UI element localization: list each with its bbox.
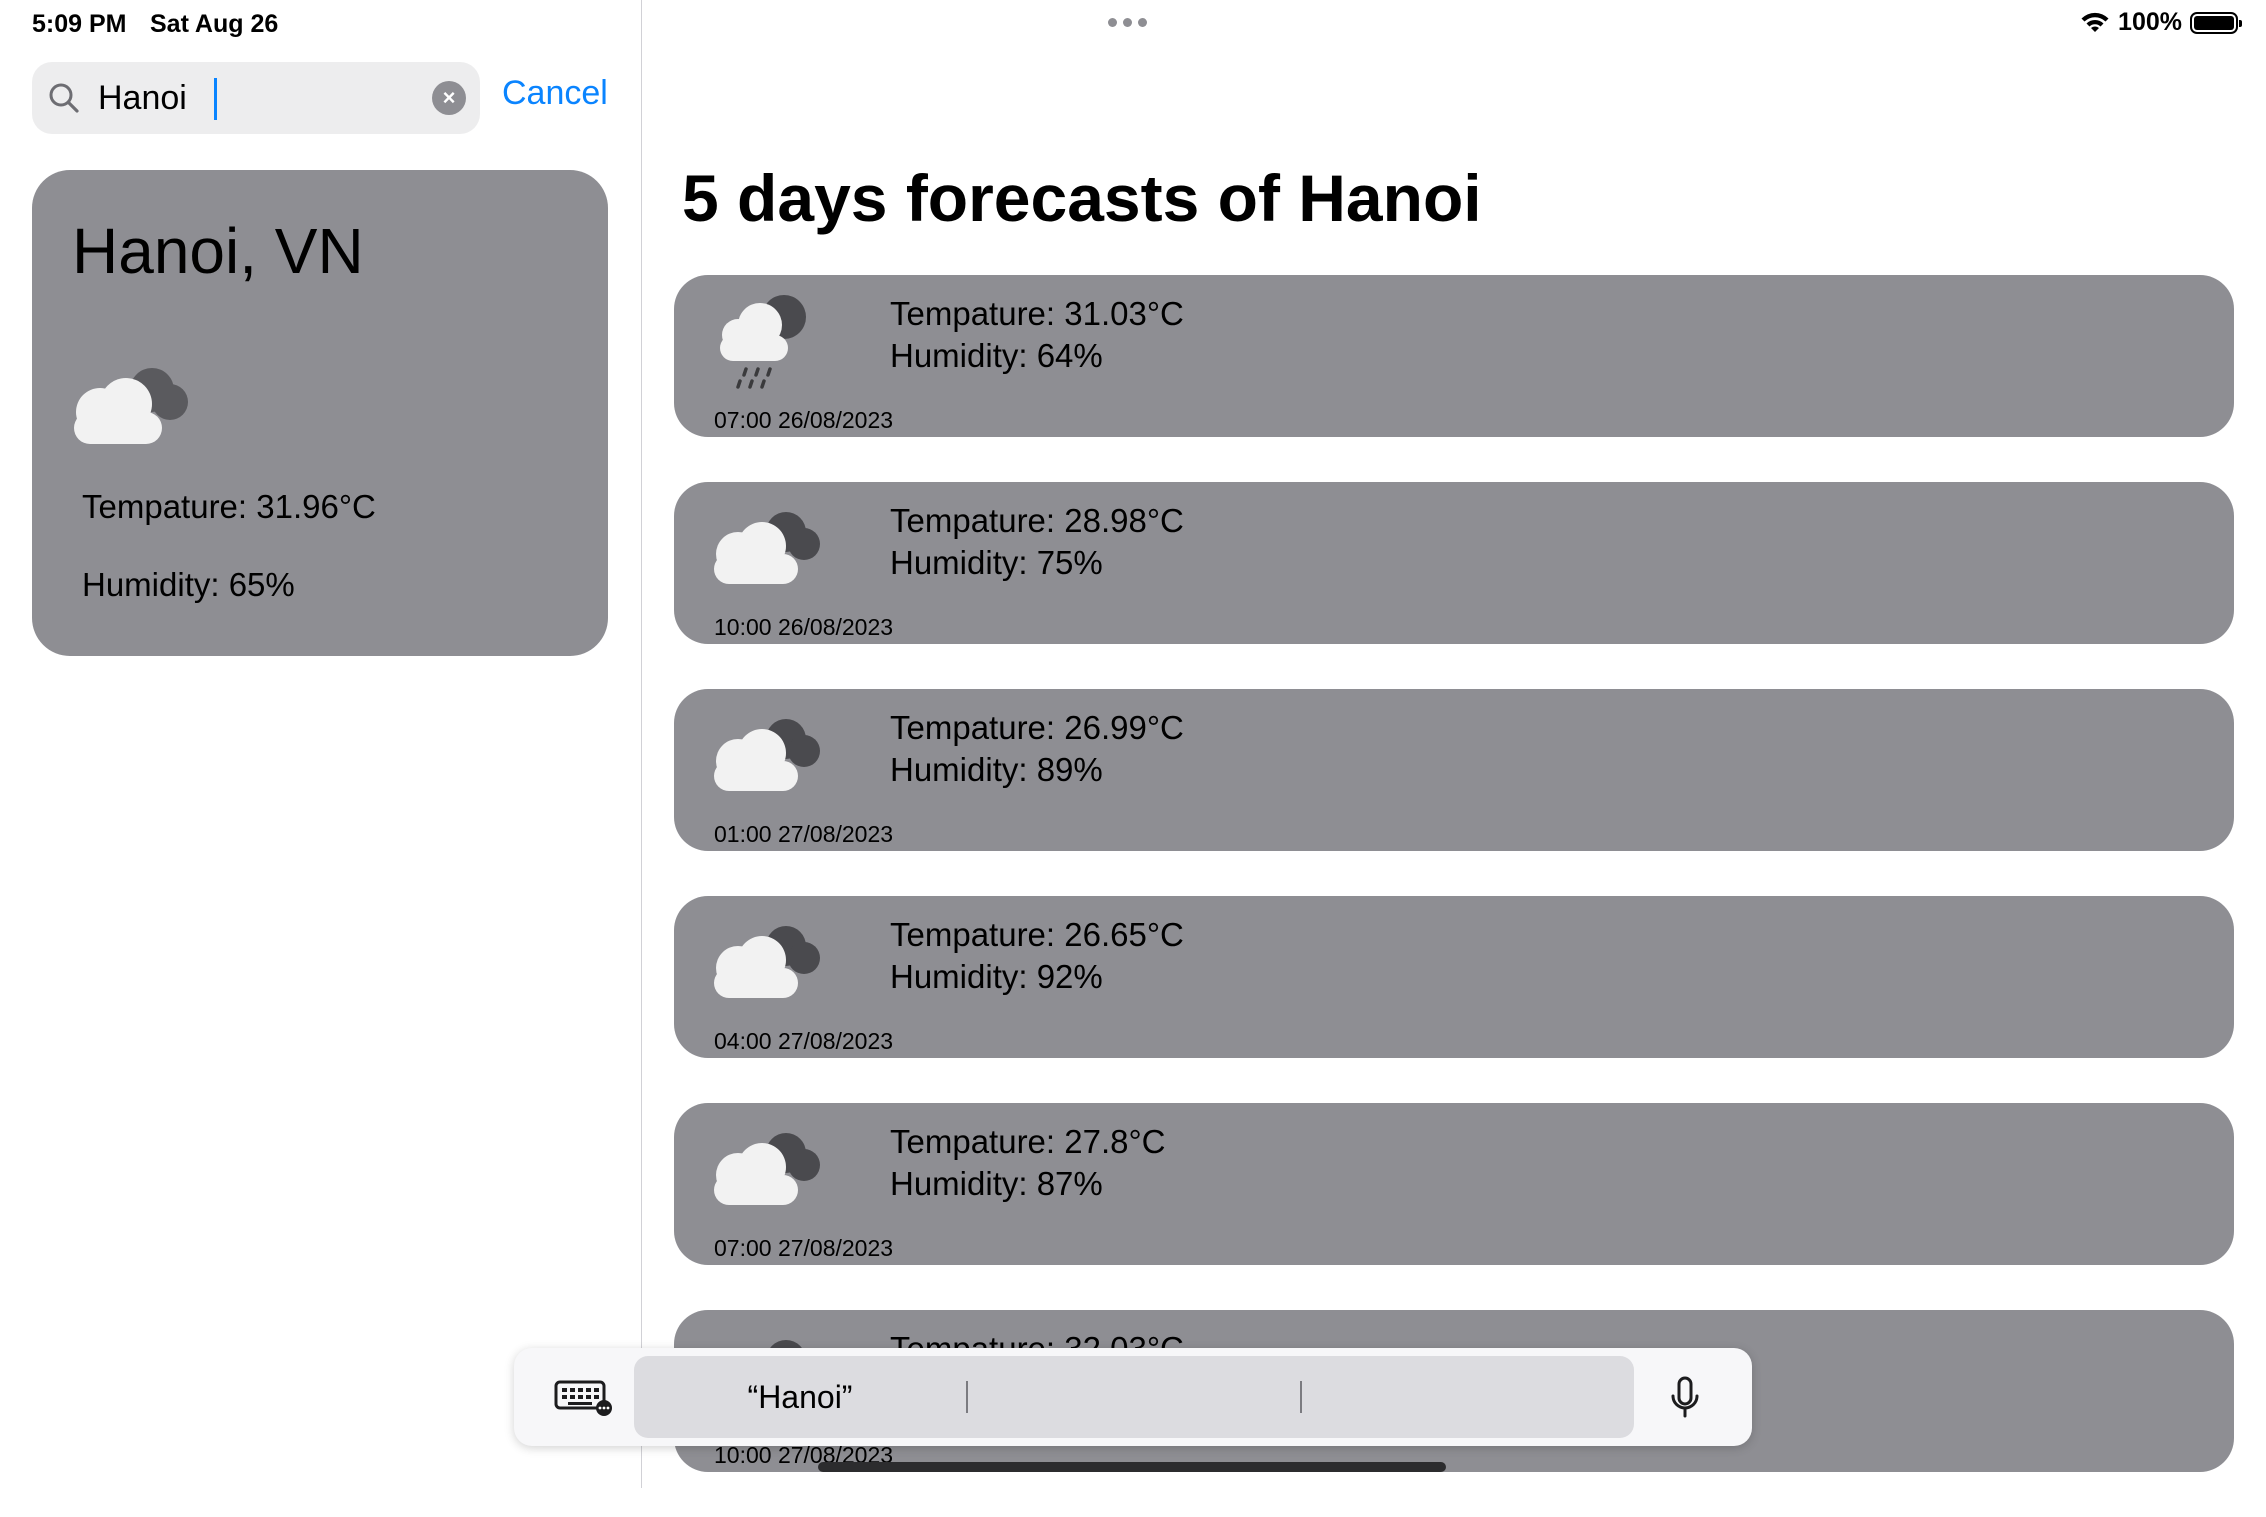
forecast-humidity: Humidity: 87%	[890, 1165, 1103, 1202]
forecast-temperature: Tempature: 31.03°C	[890, 295, 1184, 332]
forecast-humidity: Humidity: 92%	[890, 958, 1103, 995]
forecast-time: 07:00 27/08/2023	[714, 1235, 894, 1261]
cloudy-icon	[714, 719, 820, 791]
cloudy-icon	[74, 368, 188, 444]
page-title: 5 days forecasts of Hanoi	[682, 161, 1482, 235]
forecast-temperature: Tempature: 26.65°C	[890, 916, 1184, 953]
keyboard-icon[interactable]	[554, 1378, 614, 1416]
forecast-humidity: Humidity: 64%	[890, 337, 1103, 374]
suggestion-item[interactable]	[968, 1356, 1300, 1438]
cancel-button[interactable]: Cancel	[502, 74, 608, 113]
forecast-card[interactable]: Tempature: 26.99°C Humidity: 89% 01:00 2…	[674, 689, 2234, 851]
dictation-toolbar: “Hanoi”	[514, 1348, 1752, 1446]
forecast-panel: 5 days forecasts of Hanoi Tempature: 31.…	[642, 0, 2266, 1488]
forecast-card[interactable]: Tempature: 27.8°C Humidity: 87% 07:00 27…	[674, 1103, 2234, 1265]
cloudy-icon	[714, 512, 820, 584]
forecast-card[interactable]: Tempature: 31.03°C Humidity: 64% 07:00 2…	[674, 275, 2234, 437]
forecast-time: 04:00 27/08/2023	[714, 1028, 894, 1054]
current-weather-card[interactable]: Hanoi, VN Tempature: 31.96°C Humidity: 6…	[32, 170, 608, 656]
cloudy-icon	[714, 926, 820, 998]
forecast-card[interactable]: Tempature: 28.98°C Humidity: 75% 10:00 2…	[674, 482, 2234, 644]
search-icon	[49, 83, 79, 113]
current-humidity: Humidity: 65%	[82, 566, 295, 603]
home-indicator[interactable]	[818, 1462, 1446, 1472]
search-input[interactable]	[94, 76, 462, 120]
forecast-humidity: Humidity: 89%	[890, 751, 1103, 788]
forecast-temperature: Tempature: 27.8°C	[890, 1123, 1166, 1160]
forecast-time: 07:00 26/08/2023	[714, 407, 894, 433]
forecast-time: 01:00 27/08/2023	[714, 821, 894, 847]
forecast-temperature: Tempature: 28.98°C	[890, 502, 1184, 539]
suggestion-item[interactable]: “Hanoi”	[634, 1356, 966, 1438]
city-name: Hanoi, VN	[72, 215, 364, 287]
forecast-card[interactable]: Tempature: 26.65°C Humidity: 92% 04:00 2…	[674, 896, 2234, 1058]
forecast-humidity: Humidity: 75%	[890, 544, 1103, 581]
dictation-suggestions: “Hanoi”	[634, 1356, 1634, 1438]
clear-icon[interactable]: ×	[432, 81, 466, 115]
forecast-temperature: Tempature: 26.99°C	[890, 709, 1184, 746]
rain-cloud-icon	[720, 295, 806, 389]
cloudy-icon	[714, 1133, 820, 1205]
search-bar[interactable]: ×	[32, 62, 480, 134]
forecast-list[interactable]: Tempature: 31.03°C Humidity: 64% 07:00 2…	[674, 275, 2234, 1517]
microphone-icon[interactable]	[1668, 1376, 1702, 1420]
forecast-time: 10:00 26/08/2023	[714, 614, 894, 640]
suggestion-item[interactable]	[1302, 1356, 1634, 1438]
text-caret	[214, 78, 217, 120]
sidebar: × Cancel Hanoi, VN Tempature: 31.96°C Hu…	[0, 0, 642, 1488]
current-temperature: Tempature: 31.96°C	[82, 488, 376, 525]
